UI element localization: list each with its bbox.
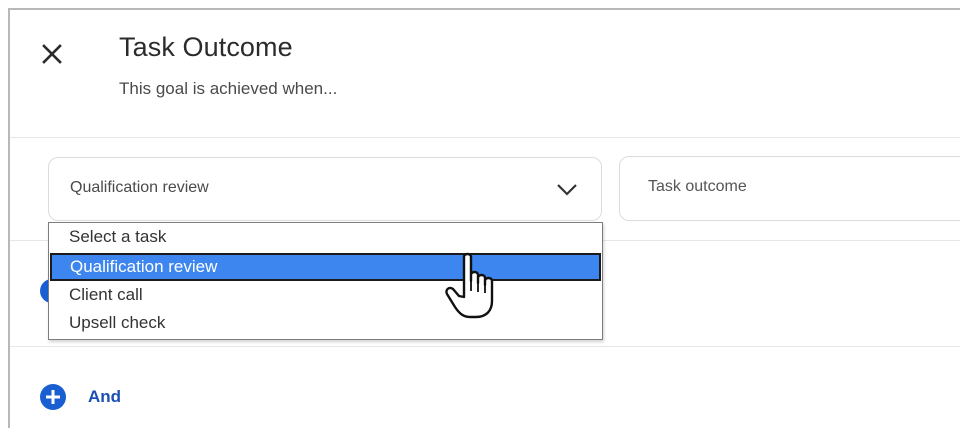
header-divider (10, 137, 960, 138)
plus-circle-icon (40, 384, 66, 410)
and-button-label: And (88, 387, 122, 406)
dropdown-option-client-call[interactable]: Client call (49, 281, 602, 309)
dropdown-option-upsell-check[interactable]: Upsell check (49, 309, 602, 337)
page-subtitle: This goal is achieved when... (119, 79, 338, 98)
close-icon (42, 44, 62, 64)
task-outcome-field[interactable]: Task outcome (619, 156, 960, 221)
dropdown-option-qualification-review[interactable]: Qualification review (50, 253, 601, 281)
task-dropdown-list: Select a task Qualification review Clien… (48, 222, 603, 340)
chevron-down-icon (557, 184, 577, 196)
task-outcome-placeholder: Task outcome (648, 178, 747, 195)
task-select-value: Qualification review (70, 179, 209, 196)
section-divider (10, 346, 960, 347)
task-select[interactable]: Qualification review (48, 157, 602, 221)
dropdown-option-select-a-task[interactable]: Select a task (49, 223, 602, 251)
close-button[interactable] (40, 42, 66, 68)
hand-pointer-icon (445, 252, 494, 319)
page-title: Task Outcome (119, 32, 293, 62)
